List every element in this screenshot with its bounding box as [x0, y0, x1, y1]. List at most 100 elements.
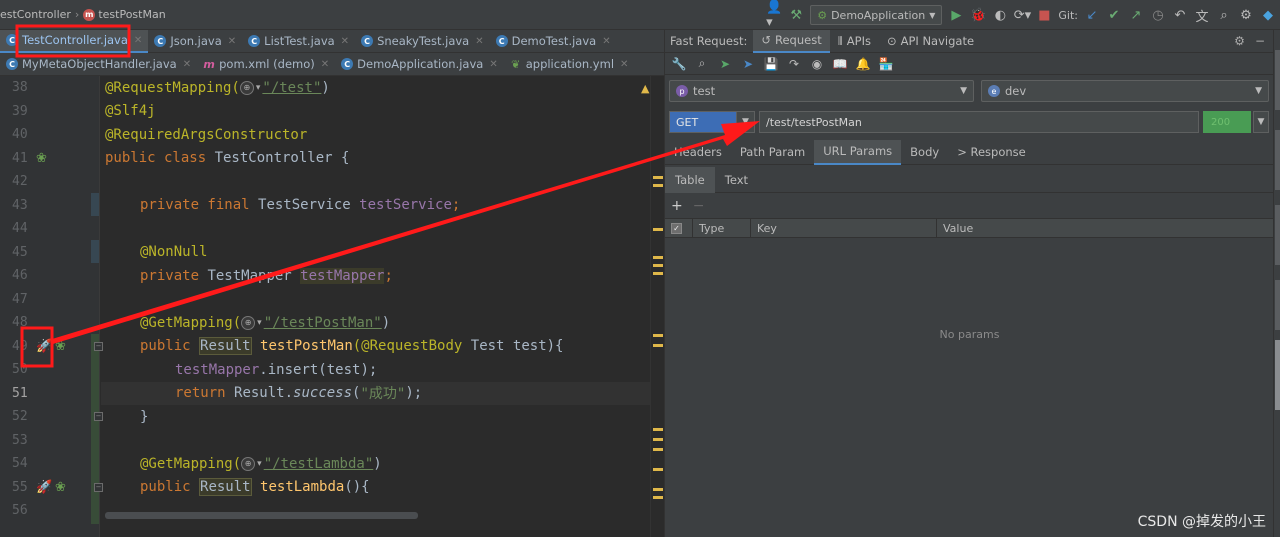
run-configuration-select[interactable]: ⚙ DemoApplication ▼ [810, 5, 943, 25]
fold-icon[interactable]: − [94, 412, 103, 422]
tab-sneakytest[interactable]: C SneakyTest.java ✕ [355, 30, 490, 53]
send-download-icon[interactable]: ➤ [740, 56, 756, 72]
column-type[interactable]: Type [693, 218, 751, 238]
close-icon[interactable]: ✕ [321, 59, 329, 70]
fast-request-rocket-icon[interactable]: 🚀 [36, 480, 52, 495]
tool-window-button[interactable] [1275, 205, 1280, 265]
tab-url-params[interactable]: URL Params [814, 139, 902, 165]
breadcrumb-method[interactable]: testPostMan [98, 8, 165, 21]
redirect-icon[interactable]: ↷ [786, 56, 802, 72]
tab-request[interactable]: ↺ Request [753, 29, 830, 53]
error-stripe[interactable] [650, 76, 664, 537]
settings-icon[interactable]: ⚙ [1238, 7, 1254, 23]
project-select[interactable]: p test ▼ [669, 80, 974, 102]
warning-mark[interactable] [653, 184, 663, 187]
tab-api-navigate[interactable]: ⊙ API Navigate [879, 30, 982, 53]
ide-logo-icon[interactable]: ◆ [1260, 7, 1276, 23]
right-tool-strip[interactable] [1273, 30, 1280, 537]
warning-mark[interactable] [653, 468, 663, 471]
curl-icon[interactable]: ◉ [809, 56, 825, 72]
spring-mapping-icon[interactable]: ❀ [55, 480, 66, 495]
debug-icon[interactable]: 🐞 [970, 7, 986, 23]
warning-mark[interactable] [653, 448, 663, 451]
warning-mark[interactable] [653, 428, 663, 431]
close-icon[interactable]: ✕ [134, 35, 142, 46]
git-rollback-icon[interactable]: ↶ [1172, 7, 1188, 23]
store-icon[interactable]: 🏪 [878, 56, 894, 72]
fold-icon[interactable]: − [94, 482, 103, 492]
git-commit-icon[interactable]: ✔ [1106, 7, 1122, 23]
tool-window-button[interactable] [1275, 280, 1280, 330]
gear-icon[interactable]: ⚙ [1234, 34, 1245, 48]
save-icon[interactable]: 💾 [763, 56, 779, 72]
run-icon[interactable]: ▶ [948, 7, 964, 23]
warning-mark[interactable] [653, 334, 663, 337]
tab-body[interactable]: Body [901, 140, 948, 165]
close-icon[interactable]: ✕ [602, 36, 610, 47]
spring-mapping-icon[interactable]: ❀ [55, 339, 66, 354]
tab-testcontroller[interactable]: C TestController.java ✕ [0, 29, 149, 53]
tab-response[interactable]: > Response [948, 140, 1035, 165]
user-icon[interactable]: 👤▾ [766, 0, 782, 30]
code-editor[interactable]: 38 39 40 41 ❀ 42 43 44 45 46 47 48 49 🚀 … [0, 76, 729, 537]
close-icon[interactable]: ✕ [228, 36, 236, 47]
warning-mark[interactable] [653, 438, 663, 441]
tab-path-param[interactable]: Path Param [731, 140, 814, 165]
fast-request-rocket-icon[interactable]: 🚀 [36, 339, 52, 354]
search-icon[interactable]: ⌕ [1216, 7, 1232, 23]
tool-window-button[interactable] [1275, 50, 1280, 110]
wrench-icon[interactable]: 🔧 [671, 56, 687, 72]
fold-icon[interactable]: − [94, 341, 103, 351]
tab-json[interactable]: C Json.java ✕ [148, 30, 242, 53]
tab-application-yml[interactable]: ❦ application.yml ✕ [504, 53, 635, 76]
checkbox-icon[interactable]: ✓ [671, 222, 682, 234]
warning-mark[interactable] [653, 264, 663, 267]
git-update-icon[interactable]: ↙ [1084, 7, 1100, 23]
tab-listtest[interactable]: C ListTest.java ✕ [242, 30, 355, 53]
globe-icon[interactable]: ⊕ [241, 315, 256, 330]
spring-bean-icon[interactable]: ❀ [36, 151, 47, 166]
tab-demoapplication[interactable]: C DemoApplication.java ✕ [335, 53, 504, 76]
profiler-icon[interactable]: ⟳▾ [1014, 7, 1031, 23]
environment-select[interactable]: e dev ▼ [981, 80, 1269, 102]
remove-param-button[interactable]: − [693, 198, 705, 214]
stop-icon[interactable]: ■ [1036, 7, 1052, 23]
globe-icon[interactable]: ⊕ [241, 456, 256, 471]
globe-icon[interactable]: ⊕ [239, 80, 254, 95]
column-key[interactable]: Key [751, 218, 937, 238]
chevron-down-icon[interactable]: ▼ [737, 111, 755, 133]
tab-apis[interactable]: ⦀ APIs [830, 30, 879, 53]
warning-mark[interactable] [653, 488, 663, 491]
tab-pom[interactable]: m pom.xml (demo) ✕ [197, 53, 335, 76]
send-request-icon[interactable]: ➤ [717, 56, 733, 72]
coverage-icon[interactable]: ◐ [992, 7, 1008, 23]
tab-table[interactable]: Table [665, 166, 715, 193]
docs-icon[interactable]: 📖 [832, 56, 848, 72]
git-push-icon[interactable]: ↗ [1128, 7, 1144, 23]
translate-icon[interactable]: 文 [1194, 7, 1210, 25]
tab-headers[interactable]: Headers [665, 140, 731, 165]
warning-mark[interactable] [653, 272, 663, 275]
warning-mark[interactable] [653, 256, 663, 259]
chevron-down-icon[interactable]: ▼ [1253, 111, 1269, 133]
tool-window-button[interactable] [1275, 130, 1280, 190]
notification-icon[interactable]: 🔔 [855, 56, 871, 72]
close-icon[interactable]: ✕ [341, 36, 349, 47]
code-text[interactable]: @RequestMapping(⊕ ▾ "/test") @Slf4j @Requi… [105, 76, 729, 537]
url-input[interactable]: /test/testPostMan [759, 111, 1199, 133]
add-param-button[interactable]: + [671, 198, 683, 214]
horizontal-scrollbar[interactable] [105, 512, 418, 519]
fast-request-tool-button[interactable] [1275, 340, 1280, 410]
tab-mymetaobjecthandler[interactable]: C MyMetaObjectHandler.java ✕ [0, 53, 197, 76]
breadcrumb-class[interactable]: estController [0, 8, 71, 21]
warning-mark[interactable] [653, 344, 663, 347]
tab-text[interactable]: Text [715, 167, 758, 193]
close-icon[interactable]: ✕ [620, 59, 628, 70]
close-icon[interactable]: ✕ [183, 59, 191, 70]
warning-mark[interactable] [653, 228, 663, 231]
http-method-select[interactable]: GET ▼ [669, 111, 755, 133]
tab-demotest[interactable]: C DemoTest.java ✕ [490, 30, 617, 53]
warning-mark[interactable] [653, 496, 663, 499]
column-value[interactable]: Value [937, 218, 1274, 238]
minimize-icon[interactable]: − [1255, 34, 1265, 48]
